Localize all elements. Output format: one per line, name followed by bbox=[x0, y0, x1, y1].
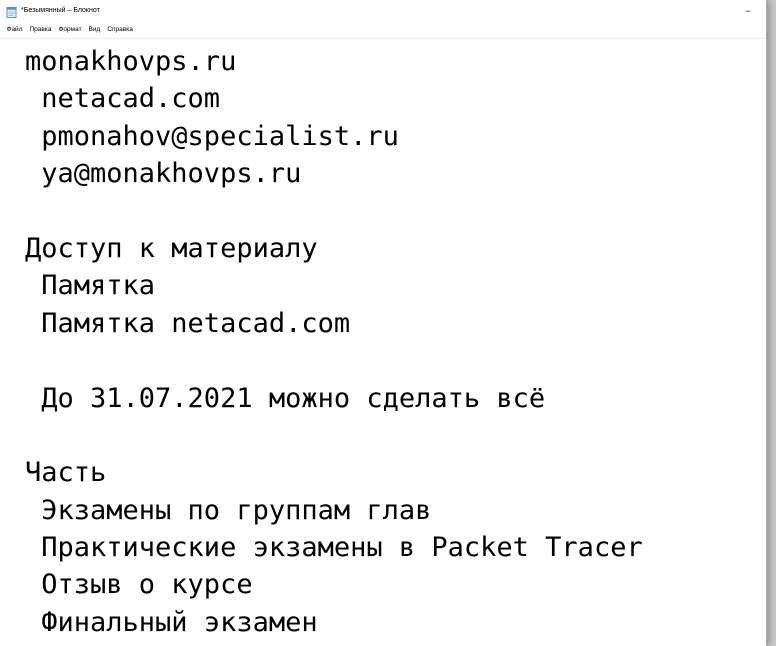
text-line: Часть bbox=[25, 457, 107, 489]
notepad-icon bbox=[6, 5, 17, 18]
text-line: netacad.com bbox=[25, 83, 221, 115]
text-editor-area[interactable]: monakhovps.ru netacad.com pmonahov@speci… bbox=[0, 39, 766, 646]
menu-format[interactable]: Формат bbox=[55, 24, 85, 36]
menu-file[interactable]: Файл bbox=[3, 24, 26, 36]
text-line: Экзамены по группам глав bbox=[25, 494, 432, 526]
text-line: ya@monakhovps.ru bbox=[25, 158, 302, 190]
window-title: *Безымянный – Блокнот bbox=[21, 7, 100, 14]
menu-help[interactable]: Справка bbox=[104, 24, 137, 36]
text-line: Практические экзамены в Packet Tracer bbox=[25, 532, 643, 564]
text-line: Доступ к материалу bbox=[25, 232, 318, 264]
text-line bbox=[25, 417, 766, 454]
text-line bbox=[25, 193, 766, 230]
text-line: Финальный экзамен bbox=[25, 606, 318, 638]
text-line: До 31.07.2021 можно сделать всё bbox=[25, 382, 546, 414]
minimize-button[interactable]: – bbox=[736, 0, 760, 22]
text-line bbox=[25, 342, 766, 379]
text-line: Памятка netacad.com bbox=[25, 307, 351, 339]
text-line: Памятка bbox=[25, 270, 156, 302]
menu-edit[interactable]: Правка bbox=[26, 24, 55, 36]
notepad-window: *Безымянный – Блокнот – Файл Правка Форм… bbox=[0, 0, 767, 646]
text-line: pmonahov@specialist.ru bbox=[25, 120, 399, 152]
text-line: Отзыв о курсе bbox=[25, 569, 253, 601]
menu-bar: Файл Правка Формат Вид Справка bbox=[0, 22, 766, 39]
title-bar[interactable]: *Безымянный – Блокнот – bbox=[0, 0, 766, 22]
text-line: monakhovps.ru bbox=[25, 46, 237, 77]
menu-view[interactable]: Вид bbox=[85, 24, 104, 36]
